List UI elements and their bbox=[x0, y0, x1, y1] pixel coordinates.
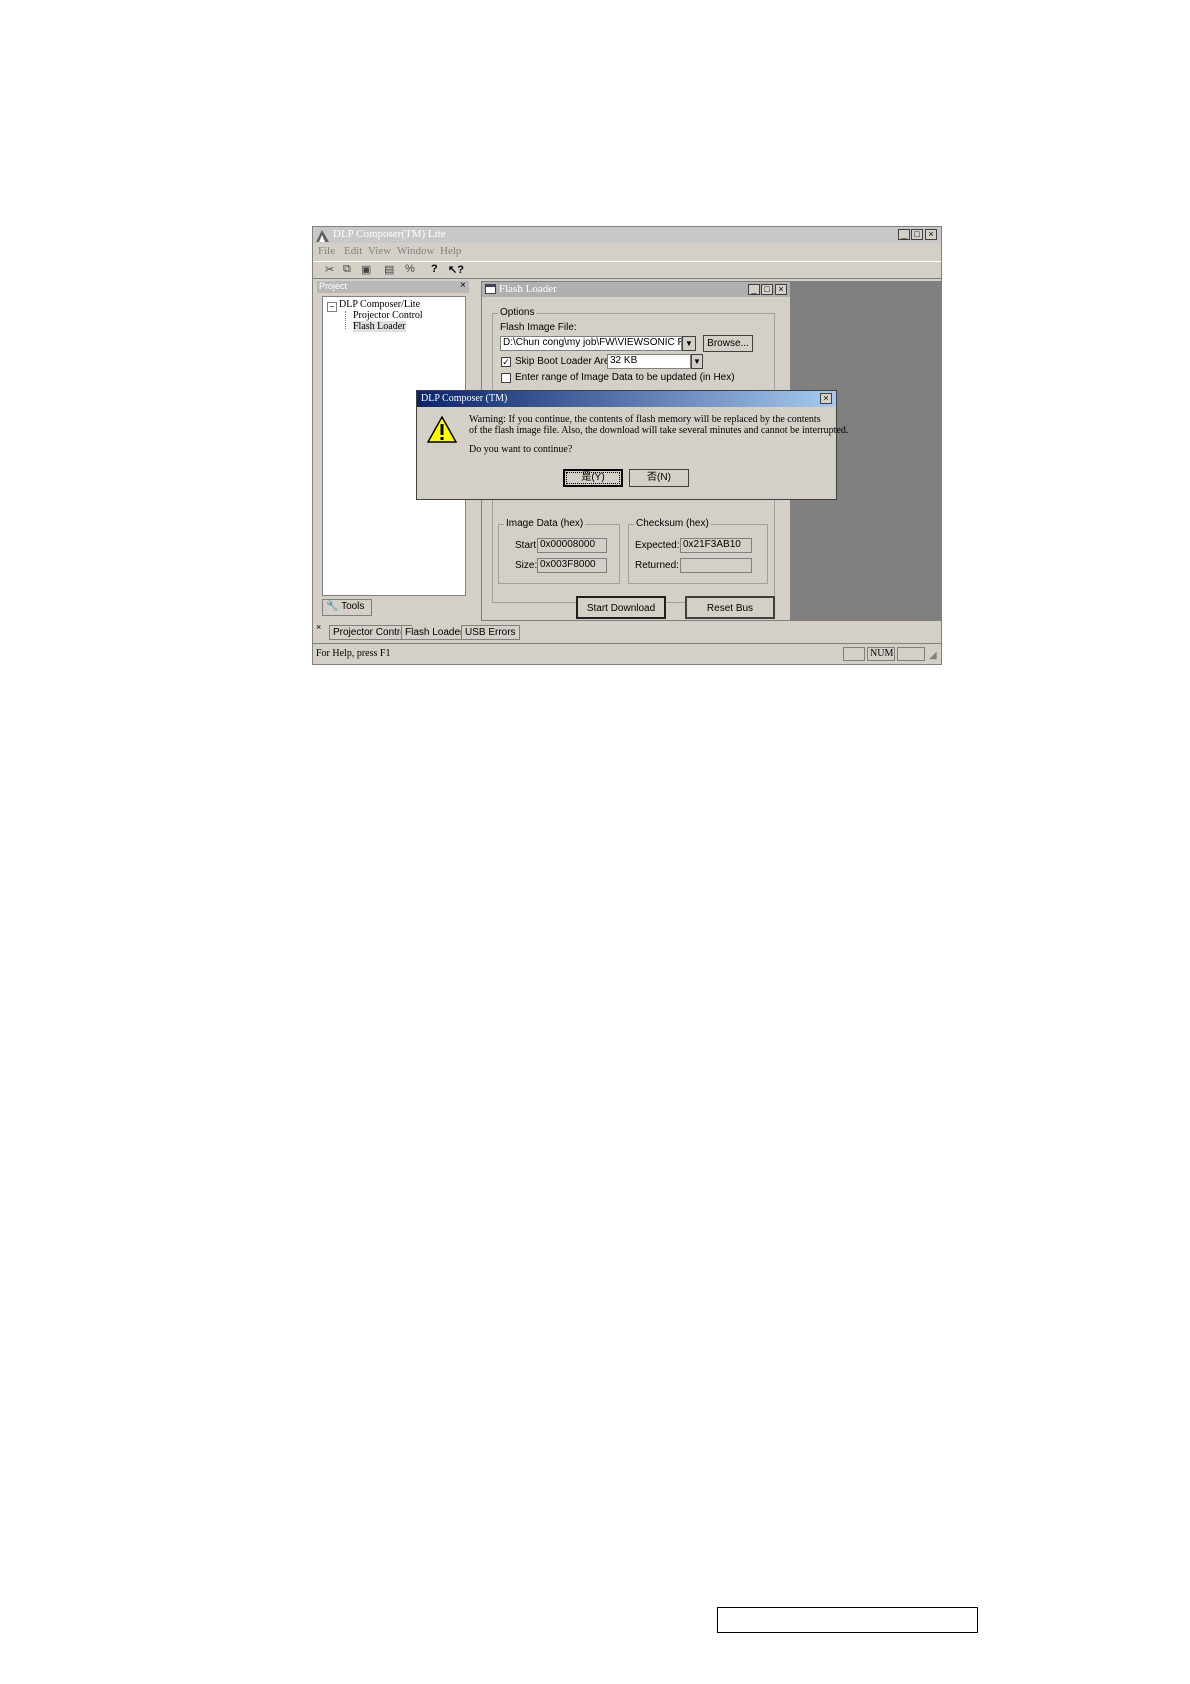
size-label: Size: bbox=[515, 560, 538, 571]
start-label: Start: bbox=[515, 540, 539, 551]
expected-label: Expected: bbox=[635, 540, 680, 551]
menu-view[interactable]: View bbox=[368, 245, 391, 257]
panel-close-icon[interactable]: × bbox=[460, 280, 466, 291]
tab-projector-control[interactable]: Projector Control bbox=[329, 625, 413, 640]
dialog-message-line2: of the flash image file. Also, the downl… bbox=[469, 425, 849, 436]
close-icon[interactable]: × bbox=[925, 229, 937, 240]
menu-bar: File Edit View Window Help bbox=[313, 244, 941, 260]
no-button[interactable]: 否(N) bbox=[629, 469, 689, 487]
paste-icon[interactable]: ▣ bbox=[361, 263, 371, 276]
title-bar[interactable]: DLP Composer(TM) Lite _ □ × bbox=[313, 227, 941, 243]
enter-range-label: Enter range of Image Data to be updated … bbox=[515, 372, 735, 383]
checksum-group bbox=[628, 524, 768, 584]
toolbar: ✂ ⧉ ▣ ▤ % ? ↖? bbox=[313, 261, 941, 279]
flash-loader-title: Flash Loader bbox=[499, 283, 557, 295]
status-help-text: For Help, press F1 bbox=[316, 648, 391, 659]
app-icon bbox=[316, 229, 329, 242]
footer-box bbox=[717, 1607, 978, 1633]
flash-loader-title-bar[interactable]: Flash Loader _ □ × bbox=[482, 282, 790, 297]
skip-boot-label: Skip Boot Loader Area: bbox=[515, 356, 618, 367]
tab-usb-errors[interactable]: USB Errors bbox=[461, 625, 520, 640]
minimize-icon[interactable]: _ bbox=[898, 229, 910, 240]
menu-edit[interactable]: Edit bbox=[344, 245, 362, 257]
resize-grip-icon[interactable]: ◢ bbox=[929, 650, 937, 661]
flash-image-dropdown-icon[interactable]: ▼ bbox=[682, 336, 696, 351]
status-indicator-empty-2 bbox=[897, 647, 925, 661]
skip-boot-checkbox[interactable]: ✓ bbox=[501, 357, 511, 367]
properties-icon[interactable]: ▤ bbox=[384, 263, 394, 276]
status-num-indicator: NUM bbox=[867, 647, 895, 661]
project-panel-title: Project × bbox=[317, 280, 469, 293]
tree-root-item[interactable]: DLP Composer/Lite bbox=[339, 299, 420, 310]
tree-item-flash-loader[interactable]: Flash Loader bbox=[353, 321, 406, 332]
flash-image-field[interactable]: D:\Chun cong\my job\FW\VIEWSONIC FW\l bbox=[500, 336, 682, 351]
expected-field[interactable]: 0x21F3AB10 bbox=[680, 538, 752, 553]
warning-dialog: DLP Composer (TM) × Warning: If you cont… bbox=[416, 390, 848, 500]
window-title: DLP Composer(TM) Lite bbox=[333, 228, 446, 240]
returned-field[interactable] bbox=[680, 558, 752, 573]
dialog-question: Do you want to continue? bbox=[469, 444, 573, 455]
dialog-message-line1: Warning: If you continue, the contents o… bbox=[469, 414, 821, 425]
start-download-button[interactable]: Start Download bbox=[576, 596, 666, 619]
tools-tab[interactable]: 🔧 Tools bbox=[322, 599, 372, 616]
checksum-label: Checksum (hex) bbox=[634, 518, 711, 529]
yes-button[interactable]: 是(Y) bbox=[563, 469, 623, 487]
tabs-close-icon[interactable]: × bbox=[316, 622, 321, 632]
reset-bus-button[interactable]: Reset Bus bbox=[685, 596, 775, 619]
warning-icon bbox=[426, 415, 458, 443]
percent-icon[interactable]: % bbox=[405, 263, 415, 275]
status-bar: For Help, press F1 NUM ◢ bbox=[313, 643, 941, 664]
help-icon[interactable]: ? bbox=[431, 263, 438, 275]
skip-boot-dropdown-icon[interactable]: ▼ bbox=[691, 354, 703, 369]
flash-loader-window-icon bbox=[485, 284, 496, 294]
cut-icon[interactable]: ✂ bbox=[325, 263, 334, 276]
copy-icon[interactable]: ⧉ bbox=[343, 263, 351, 276]
project-panel-title-text: Project bbox=[319, 281, 348, 291]
tools-wrench-icon: 🔧 bbox=[326, 601, 339, 612]
tree-collapse-icon[interactable]: − bbox=[327, 302, 337, 312]
dialog-title: DLP Composer (TM) bbox=[421, 393, 508, 404]
tree-item-projector-control[interactable]: Projector Control bbox=[353, 310, 423, 321]
flash-image-label: Flash Image File: bbox=[500, 322, 577, 333]
image-data-label: Image Data (hex) bbox=[504, 518, 586, 529]
size-field[interactable]: 0x003F8000 bbox=[537, 558, 607, 573]
enter-range-checkbox[interactable] bbox=[501, 373, 511, 383]
menu-help[interactable]: Help bbox=[440, 245, 461, 257]
dialog-close-icon[interactable]: × bbox=[820, 393, 832, 404]
tree-line bbox=[345, 311, 347, 329]
options-label: Options bbox=[498, 307, 537, 318]
browse-button[interactable]: Browse... bbox=[703, 335, 753, 352]
maximize-icon[interactable]: □ bbox=[911, 229, 923, 240]
menu-window[interactable]: Window bbox=[397, 245, 434, 257]
tab-flash-loader[interactable]: Flash Loader bbox=[401, 626, 468, 640]
skip-boot-select[interactable]: 32 KB bbox=[607, 354, 691, 369]
image-data-group bbox=[498, 524, 620, 584]
fl-close-icon[interactable]: × bbox=[775, 284, 787, 295]
fl-minimize-icon[interactable]: _ bbox=[748, 284, 760, 295]
dialog-title-bar[interactable]: DLP Composer (TM) × bbox=[417, 391, 836, 407]
fl-maximize-icon[interactable]: □ bbox=[761, 284, 773, 295]
menu-file[interactable]: File bbox=[318, 245, 335, 257]
start-field[interactable]: 0x00008000 bbox=[537, 538, 607, 553]
tools-tab-label: Tools bbox=[341, 601, 365, 612]
context-help-icon[interactable]: ↖? bbox=[448, 263, 464, 276]
status-indicator-empty bbox=[843, 647, 865, 661]
returned-label: Returned: bbox=[635, 560, 679, 571]
window-tabs-bar: × Projector Control Flash Loader USB Err… bbox=[313, 622, 941, 642]
